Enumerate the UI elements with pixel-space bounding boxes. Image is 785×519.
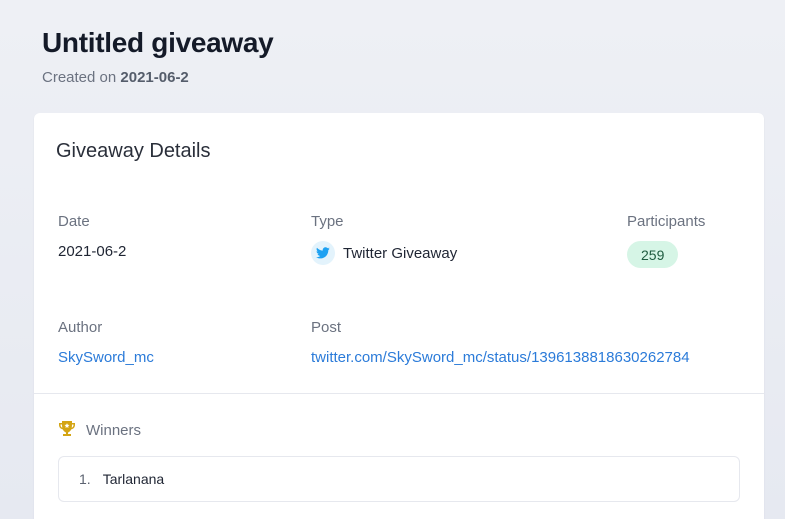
winner-list-item: 1. Tarlanana xyxy=(58,456,740,502)
date-label: Date xyxy=(58,213,90,230)
winners-label: Winners xyxy=(86,422,142,439)
author-link[interactable]: SkySword_mc xyxy=(58,349,154,366)
type-value: Twitter Giveaway xyxy=(343,244,458,262)
participants-count-badge: 259 xyxy=(627,241,679,268)
winners-header: Winners xyxy=(58,420,141,441)
date-value: 2021-06-2 xyxy=(58,243,127,260)
giveaway-details-card: Giveaway Details Date 2021-06-2 Type Twi… xyxy=(34,113,764,519)
twitter-icon xyxy=(311,241,335,265)
type-label: Type xyxy=(311,213,344,230)
author-label: Author xyxy=(58,319,103,336)
trophy-icon xyxy=(58,420,76,441)
post-label: Post xyxy=(311,319,342,336)
created-date: 2021-06-2 xyxy=(120,69,189,86)
winner-name: Tarlanana xyxy=(102,471,165,487)
created-line: Created on 2021-06-2 xyxy=(42,69,189,86)
section-divider xyxy=(34,393,764,394)
page-title: Untitled giveaway xyxy=(42,27,274,58)
participants-label: Participants xyxy=(627,213,706,230)
type-value-row: Twitter Giveaway xyxy=(311,241,457,265)
winner-rank: 1. xyxy=(79,471,91,487)
post-link[interactable]: twitter.com/SkySword_mc/status/139613881… xyxy=(311,349,690,366)
created-prefix: Created on xyxy=(42,69,117,86)
card-title: Giveaway Details xyxy=(56,140,211,162)
